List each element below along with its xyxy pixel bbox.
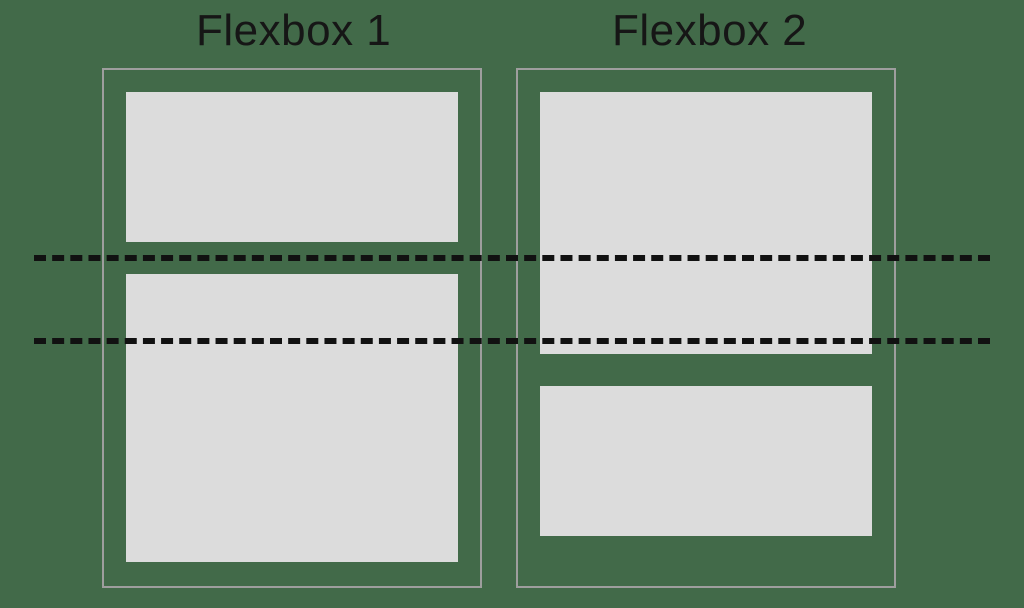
flexbox-2-item-bottom [540, 386, 872, 536]
flexbox-comparison-diagram: Flexbox 1 Flexbox 2 [0, 0, 1024, 608]
flexbox-1-item-bottom [126, 274, 458, 562]
flexbox-1-item-top [126, 92, 458, 242]
flexbox-1-container [102, 68, 482, 588]
flexbox-2-container [516, 68, 896, 588]
flexbox-1-title: Flexbox 1 [196, 6, 391, 56]
flexbox-2-item-top [540, 92, 872, 354]
flexbox-2-title: Flexbox 2 [612, 6, 807, 56]
